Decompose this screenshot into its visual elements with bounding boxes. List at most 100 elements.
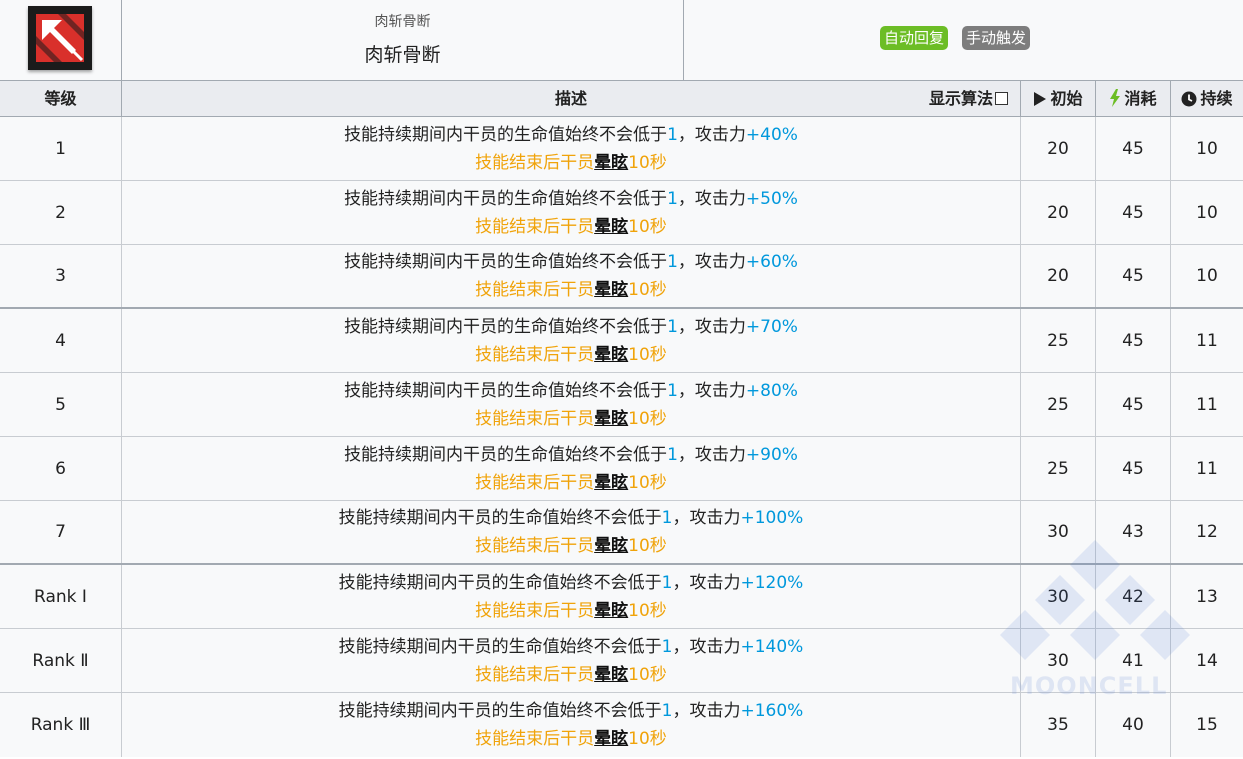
desc-after-text: 技能结束后干员: [475, 216, 595, 237]
cell-duration: 13: [1196, 586, 1218, 607]
desc-after-duration: 10秒: [628, 472, 667, 493]
desc-text: ，攻击力: [677, 252, 746, 272]
cell-duration: 14: [1196, 650, 1218, 671]
desc-text: ，攻击力: [677, 444, 746, 465]
table-row: Rank Ⅲ 技能持续期间内干员的生命值始终不会低于1，攻击力+160% 技能结…: [0, 693, 1243, 757]
desc-after-text: 技能结束后干员: [475, 729, 595, 749]
skill-table: 肉斩骨断 肉斩骨断 自动回复 手动触发 等级 描述 显示算法 初始 消耗 持续: [0, 0, 1243, 759]
keyword-stun-link[interactable]: 晕眩: [594, 473, 628, 493]
cell-cost: 45: [1096, 373, 1171, 436]
keyword-stun-link[interactable]: 晕眩: [594, 729, 628, 749]
cell-level: Rank Ⅲ: [0, 693, 122, 757]
cell-cost: 43: [1096, 501, 1171, 563]
cell-initial: 20: [1021, 245, 1096, 307]
cell-duration: 10: [1196, 138, 1218, 159]
desc-text: ，攻击力: [672, 701, 741, 721]
cell-duration: 11: [1196, 330, 1218, 351]
table-row: 2 技能持续期间内干员的生命值始终不会低于1，攻击力+50% 技能结束后干员晕眩…: [0, 181, 1243, 245]
keyword-stun-link[interactable]: 晕眩: [594, 665, 628, 685]
desc-atk-value: +160%: [740, 701, 804, 721]
show-formula-toggle[interactable]: 显示算法: [929, 81, 1008, 116]
desc-atk-value: +140%: [740, 636, 804, 657]
keyword-stun-link[interactable]: 晕眩: [594, 601, 628, 621]
desc-hp-value: 1: [667, 444, 678, 465]
cell-cost: 45: [1096, 245, 1171, 307]
cell-level: Rank Ⅱ: [0, 629, 122, 692]
cell-level: 5: [0, 373, 122, 436]
play-icon: [1034, 92, 1047, 106]
column-duration: 持续: [1171, 81, 1243, 116]
cell-description: 技能持续期间内干员的生命值始终不会低于1，攻击力+80% 技能结束后干员晕眩10…: [122, 373, 1021, 436]
skill-tags-cell: 自动回复 手动触发: [684, 0, 1243, 80]
cell-description: 技能持续期间内干员的生命值始终不会低于1，攻击力+60% 技能结束后干员晕眩10…: [122, 245, 1021, 307]
desc-atk-value: +90%: [745, 444, 798, 465]
desc-text: 技能持续期间内干员的生命值始终不会低于: [338, 701, 662, 721]
desc-text: ，攻击力: [672, 636, 741, 657]
column-duration-label: 持续: [1200, 89, 1233, 108]
column-description: 描述 显示算法: [122, 81, 1021, 116]
cell-description: 技能持续期间内干员的生命值始终不会低于1，攻击力+40% 技能结束后干员晕眩10…: [122, 117, 1021, 180]
cell-level: 3: [0, 245, 122, 307]
keyword-stun-link[interactable]: 晕眩: [594, 280, 628, 300]
watermark-text: MOONCELL: [1010, 672, 1168, 700]
skill-name: 肉斩骨断: [364, 44, 441, 66]
cell-level: Rank Ⅰ: [0, 565, 122, 628]
desc-text: 技能持续期间内干员的生命值始终不会低于: [338, 508, 662, 528]
desc-hp-value: 1: [667, 316, 678, 337]
cell-duration: 12: [1196, 522, 1218, 542]
cell-initial: 30: [1021, 501, 1096, 563]
desc-text: 技能持续期间内干员的生命值始终不会低于: [338, 636, 662, 657]
cell-initial: 25: [1021, 437, 1096, 500]
desc-hp-value: 1: [667, 124, 678, 145]
cell-description: 技能持续期间内干员的生命值始终不会低于1，攻击力+70% 技能结束后干员晕眩10…: [122, 309, 1021, 372]
desc-after-duration: 10秒: [628, 344, 667, 365]
desc-text: 技能持续期间内干员的生命值始终不会低于: [338, 572, 662, 593]
cell-initial: 35: [1021, 693, 1096, 757]
desc-after-duration: 10秒: [628, 280, 667, 300]
cell-duration: 10: [1196, 266, 1218, 286]
cell-duration: 10: [1196, 202, 1218, 223]
desc-text: ，攻击力: [672, 508, 741, 528]
cell-duration: 15: [1196, 715, 1218, 735]
desc-after-text: 技能结束后干员: [475, 344, 595, 365]
skill-level-rows: 1 技能持续期间内干员的生命值始终不会低于1，攻击力+40% 技能结束后干员晕眩…: [0, 117, 1243, 757]
desc-text: ，攻击力: [677, 124, 746, 145]
desc-text: ，攻击力: [677, 188, 746, 209]
cell-duration: 11: [1196, 394, 1218, 415]
keyword-stun-link[interactable]: 晕眩: [594, 217, 628, 237]
cell-level: 2: [0, 181, 122, 244]
keyword-stun-link[interactable]: 晕眩: [594, 536, 628, 556]
cell-cost: 40: [1096, 693, 1171, 757]
show-formula-label: 显示算法: [928, 89, 993, 108]
skill-icon: [28, 6, 92, 70]
column-cost: 消耗: [1096, 81, 1171, 116]
keyword-stun-link[interactable]: 晕眩: [594, 409, 628, 429]
cell-level: 4: [0, 309, 122, 372]
desc-atk-value: +80%: [745, 380, 798, 401]
desc-after-duration: 10秒: [628, 216, 667, 237]
cell-cost: 42: [1096, 565, 1171, 628]
column-header-row: 等级 描述 显示算法 初始 消耗 持续: [0, 80, 1243, 117]
desc-after-duration: 10秒: [628, 664, 667, 685]
desc-hp-value: 1: [661, 636, 673, 657]
cell-cost: 45: [1096, 437, 1171, 500]
desc-hp-value: 1: [667, 188, 678, 209]
desc-text: 技能持续期间内干员的生命值始终不会低于: [344, 188, 668, 209]
tag-auto-recovery: 自动回复: [880, 26, 949, 50]
desc-after-text: 技能结束后干员: [475, 664, 595, 685]
desc-after-text: 技能结束后干员: [475, 280, 595, 300]
cell-description: 技能持续期间内干员的生命值始终不会低于1，攻击力+50% 技能结束后干员晕眩10…: [122, 181, 1021, 244]
desc-after-text: 技能结束后干员: [475, 408, 595, 429]
desc-text: ，攻击力: [677, 380, 746, 401]
cell-initial: 25: [1021, 309, 1096, 372]
desc-text: 技能持续期间内干员的生命值始终不会低于: [344, 316, 668, 337]
desc-text: ，攻击力: [677, 316, 746, 337]
column-initial-label: 初始: [1050, 89, 1083, 108]
show-formula-checkbox[interactable]: [995, 92, 1008, 105]
desc-hp-value: 1: [661, 572, 673, 593]
cell-description: 技能持续期间内干员的生命值始终不会低于1，攻击力+90% 技能结束后干员晕眩10…: [122, 437, 1021, 500]
table-row: Rank Ⅰ 技能持续期间内干员的生命值始终不会低于1，攻击力+120% 技能结…: [0, 565, 1243, 629]
keyword-stun-link[interactable]: 晕眩: [594, 153, 628, 173]
cell-description: 技能持续期间内干员的生命值始终不会低于1，攻击力+140% 技能结束后干员晕眩1…: [122, 629, 1021, 692]
keyword-stun-link[interactable]: 晕眩: [594, 345, 628, 365]
